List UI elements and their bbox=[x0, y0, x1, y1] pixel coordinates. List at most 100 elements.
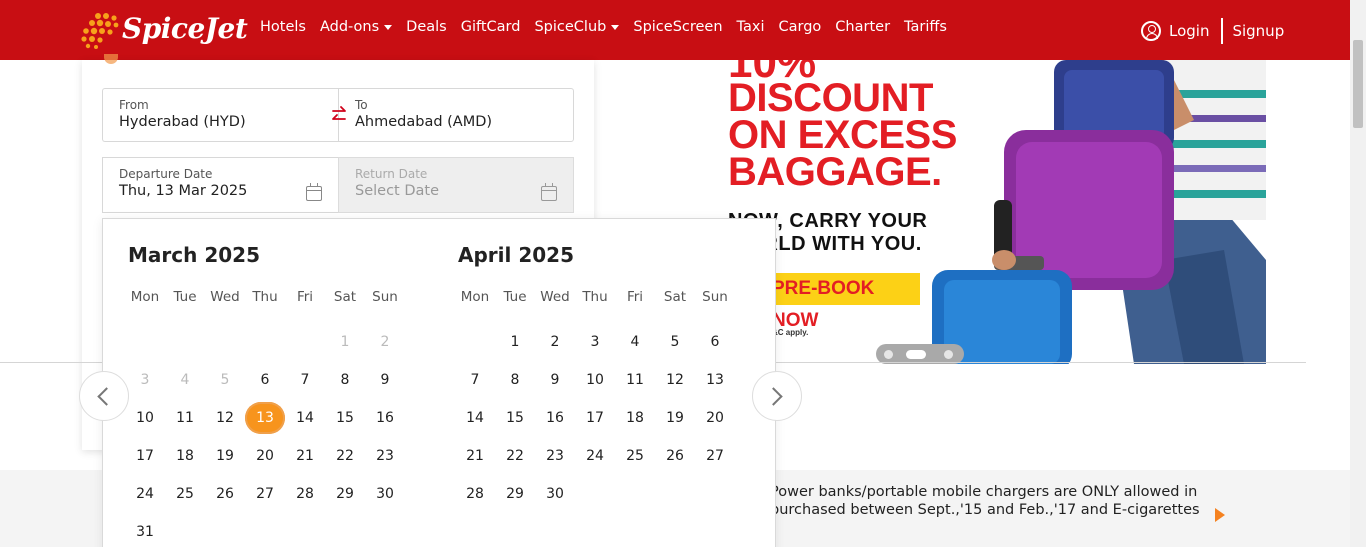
from-field[interactable]: From Hyderabad (HYD) bbox=[102, 88, 339, 142]
day-cell[interactable]: 20 bbox=[695, 399, 735, 437]
day-cell[interactable]: 4 bbox=[615, 323, 655, 361]
day-cell[interactable]: 28 bbox=[455, 475, 495, 513]
page-scrollbar[interactable] bbox=[1350, 0, 1366, 547]
day-cell[interactable]: 2 bbox=[535, 323, 575, 361]
departure-date-field[interactable]: Departure Date Thu, 13 Mar 2025 bbox=[102, 157, 339, 213]
nav-cargo[interactable]: Cargo bbox=[779, 19, 822, 35]
day-cell-empty bbox=[285, 323, 325, 361]
carousel-dot-active[interactable] bbox=[906, 350, 926, 359]
swap-icon[interactable] bbox=[330, 105, 348, 125]
day-cell[interactable]: 14 bbox=[285, 399, 325, 437]
day-cell[interactable]: 17 bbox=[575, 399, 615, 437]
promo-banner[interactable]: 10% DISCOUNT ON EXCESS BAGGAGE. NOW, CAR… bbox=[728, 60, 1266, 364]
nav-spicescreen[interactable]: SpiceScreen bbox=[633, 19, 722, 35]
carousel-dot[interactable] bbox=[884, 350, 893, 359]
prebook-now-button[interactable]: PRE-BOOK NOW bbox=[758, 273, 920, 331]
nav-giftcard[interactable]: GiftCard bbox=[461, 19, 521, 35]
nav-deals[interactable]: Deals bbox=[406, 19, 447, 35]
nav-label: Hotels bbox=[260, 19, 306, 35]
day-cell[interactable]: 25 bbox=[615, 437, 655, 475]
day-cell[interactable]: 11 bbox=[615, 361, 655, 399]
day-cell[interactable]: 25 bbox=[165, 475, 205, 513]
day-cell[interactable]: 26 bbox=[655, 437, 695, 475]
nav-charter[interactable]: Charter bbox=[835, 19, 890, 35]
day-cell[interactable]: 29 bbox=[495, 475, 535, 513]
nav-spiceclub[interactable]: SpiceClub bbox=[534, 19, 620, 35]
day-cell[interactable]: 24 bbox=[125, 475, 165, 513]
to-field[interactable]: To Ahmedabad (AMD) bbox=[338, 88, 574, 142]
day-cell[interactable]: 7 bbox=[285, 361, 325, 399]
weekday-label: Thu bbox=[582, 289, 608, 305]
carousel-dot[interactable] bbox=[944, 350, 953, 359]
day-cell[interactable]: 18 bbox=[615, 399, 655, 437]
nav-label: SpiceScreen bbox=[633, 19, 723, 35]
prev-month-button[interactable] bbox=[79, 371, 129, 421]
day-cell[interactable]: 19 bbox=[655, 399, 695, 437]
day-cell[interactable]: 8 bbox=[495, 361, 535, 399]
day-cell[interactable]: 30 bbox=[365, 475, 405, 513]
next-month-button[interactable] bbox=[752, 371, 802, 421]
day-cell[interactable]: 27 bbox=[245, 475, 285, 513]
nav-hotels[interactable]: Hotels bbox=[260, 19, 306, 35]
day-cell[interactable]: 6 bbox=[695, 323, 735, 361]
day-cell[interactable]: 19 bbox=[205, 437, 245, 475]
day-cell[interactable]: 21 bbox=[455, 437, 495, 475]
scrollbar-thumb[interactable] bbox=[1353, 40, 1363, 128]
day-cell[interactable]: 14 bbox=[455, 399, 495, 437]
login-link[interactable]: Login bbox=[1169, 22, 1209, 40]
day-cell[interactable]: 5 bbox=[655, 323, 695, 361]
day-cell[interactable]: 12 bbox=[205, 399, 245, 437]
day-cell[interactable]: 1 bbox=[495, 323, 535, 361]
day-cell[interactable]: 15 bbox=[495, 399, 535, 437]
calendar-icon bbox=[541, 183, 557, 201]
spicejet-logo[interactable]: SpiceJet bbox=[78, 8, 248, 52]
day-grid: 1 2 3 4 5 6 7 8 9 10 11 12 13 14 15 16 17 18 19 20 21 22 23 24 2… bbox=[125, 323, 405, 547]
day-cell[interactable]: 15 bbox=[325, 399, 365, 437]
weekday-label: Sat bbox=[333, 289, 357, 305]
day-cell[interactable]: 8 bbox=[325, 361, 365, 399]
day-cell[interactable]: 10 bbox=[575, 361, 615, 399]
weekday-header: Mon Tue Wed Thu Fri Sat Sun bbox=[455, 289, 735, 305]
nav-taxi[interactable]: Taxi bbox=[737, 19, 765, 35]
day-cell-empty bbox=[455, 323, 495, 361]
day-cell[interactable]: 6 bbox=[245, 361, 285, 399]
nav-add-ons[interactable]: Add-ons bbox=[320, 19, 393, 35]
day-cell[interactable]: 22 bbox=[495, 437, 535, 475]
day-cell[interactable]: 13 bbox=[695, 361, 735, 399]
day-cell[interactable]: 26 bbox=[205, 475, 245, 513]
day-cell[interactable]: 28 bbox=[285, 475, 325, 513]
day-cell[interactable]: 21 bbox=[285, 437, 325, 475]
caret-down-icon bbox=[384, 24, 393, 30]
day-cell[interactable]: 29 bbox=[325, 475, 365, 513]
day-cell[interactable]: 9 bbox=[365, 361, 405, 399]
day-cell[interactable]: 12 bbox=[655, 361, 695, 399]
day-cell-selected[interactable]: 13 bbox=[245, 399, 285, 437]
weekday-label: Tue bbox=[173, 289, 197, 305]
day-cell[interactable]: 7 bbox=[455, 361, 495, 399]
day-cell[interactable]: 27 bbox=[695, 437, 735, 475]
return-date-field[interactable]: Return Date Select Date bbox=[338, 157, 574, 213]
day-cell[interactable]: 11 bbox=[165, 399, 205, 437]
user-icon bbox=[1141, 21, 1161, 41]
day-cell[interactable]: 18 bbox=[165, 437, 205, 475]
day-cell[interactable]: 30 bbox=[535, 475, 575, 513]
day-cell: 3 bbox=[140, 372, 150, 388]
day-cell[interactable]: 17 bbox=[125, 437, 165, 475]
day-cell: 5 bbox=[220, 372, 230, 388]
notice-next-arrow-icon[interactable] bbox=[1215, 508, 1225, 522]
day-cell[interactable]: 10 bbox=[125, 399, 165, 437]
day-cell[interactable]: 20 bbox=[245, 437, 285, 475]
signup-link[interactable]: Signup bbox=[1232, 22, 1284, 40]
day-cell[interactable]: 9 bbox=[535, 361, 575, 399]
day-cell[interactable]: 23 bbox=[535, 437, 575, 475]
day-cell[interactable]: 23 bbox=[365, 437, 405, 475]
day-cell[interactable]: 16 bbox=[365, 399, 405, 437]
day-cell[interactable]: 16 bbox=[535, 399, 575, 437]
day-cell[interactable]: 31 bbox=[125, 513, 165, 547]
logo-dots-icon bbox=[81, 13, 119, 49]
nav-tariffs[interactable]: Tariffs bbox=[904, 19, 947, 35]
day-cell[interactable]: 3 bbox=[575, 323, 615, 361]
day-cell[interactable]: 22 bbox=[325, 437, 365, 475]
day-cell-empty bbox=[165, 323, 205, 361]
day-cell[interactable]: 24 bbox=[575, 437, 615, 475]
